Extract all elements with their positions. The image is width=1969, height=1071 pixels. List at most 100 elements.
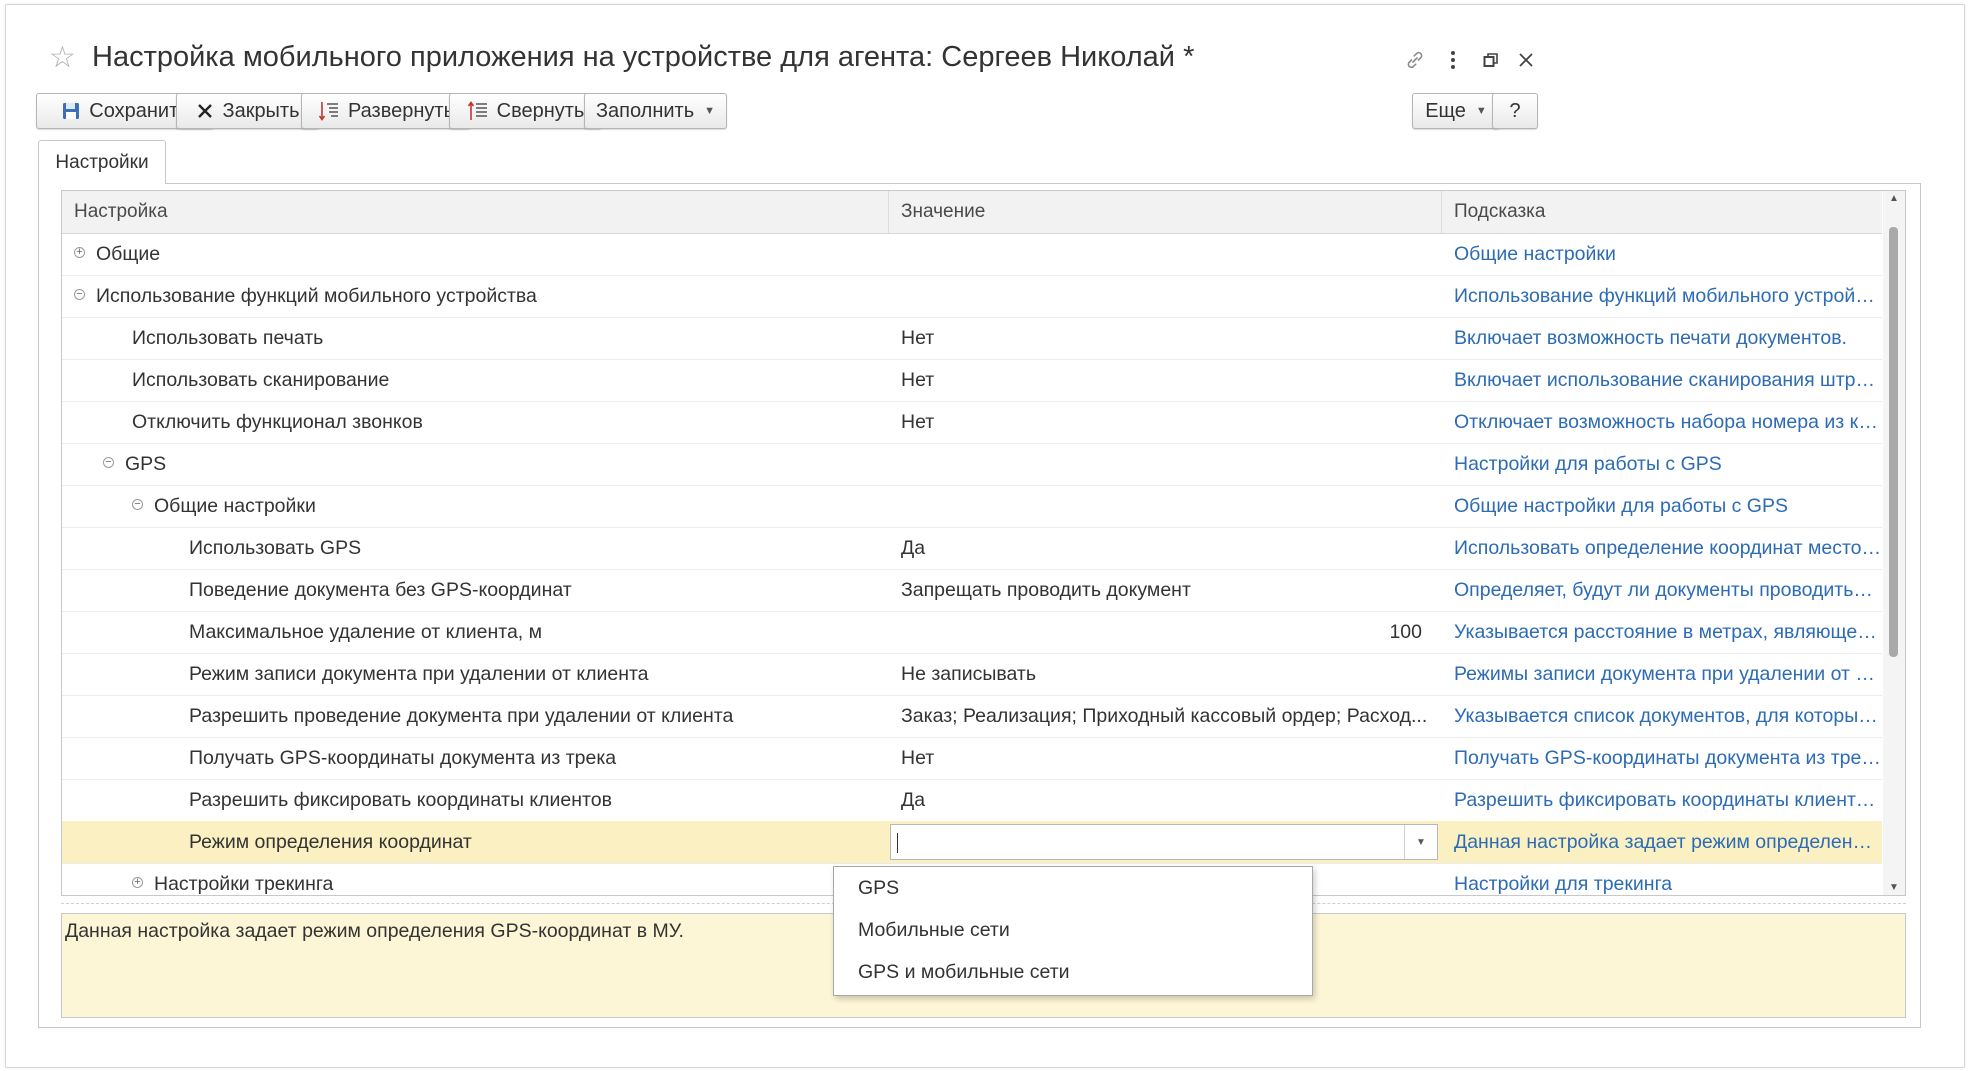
scroll-up-icon[interactable]: ▲ (1883, 193, 1905, 204)
setting-hint-link[interactable]: Настройки для трекинга (1442, 863, 1882, 895)
tab-settings[interactable]: Настройки (38, 140, 166, 184)
close-icon[interactable] (1511, 45, 1541, 75)
expand-plus-icon[interactable]: + (74, 247, 85, 258)
setting-value[interactable]: Нет (889, 401, 1434, 443)
table-row[interactable]: Отключить функционал звонков Нет Отключает… (62, 401, 1882, 444)
expand-button[interactable]: Развернуть (301, 93, 471, 129)
setting-name: Настройки трекинга (154, 873, 334, 895)
setting-value[interactable]: Заказ; Реализация; Приходный кассовый ор… (889, 695, 1434, 737)
setting-hint-link[interactable]: Указывается расстояние в метрах, являюще… (1442, 611, 1882, 653)
setting-hint-link[interactable]: Отключает возможность набора номера из к… (1442, 401, 1882, 443)
table-row[interactable]: − Общие настройки Общие настройки для рабо… (62, 485, 1882, 528)
coordinate-mode-input[interactable]: ▼ (890, 824, 1438, 860)
more-button[interactable]: Еще ▼ (1412, 93, 1500, 129)
scrollbar-thumb[interactable] (1889, 227, 1898, 657)
setting-name-cell[interactable]: Получать GPS-координаты документа из тре… (62, 737, 885, 779)
setting-name-cell[interactable]: Режим записи документа при удалении от к… (62, 653, 885, 695)
column-header-setting[interactable]: Настройка (62, 191, 889, 233)
setting-name-cell[interactable]: − Использование функций мобильного устрой… (62, 275, 885, 317)
setting-name-cell[interactable]: Поведение документа без GPS-координат (62, 569, 885, 611)
table-row[interactable]: Использовать GPS Да Использовать определен… (62, 527, 1882, 570)
setting-name-cell[interactable]: − Общие настройки (62, 485, 885, 527)
table-row[interactable]: Использовать сканирование Нет Включает исп… (62, 359, 1882, 402)
chevron-down-icon: ▼ (1475, 105, 1487, 117)
table-row[interactable]: Использовать печать Нет Включает возможнос… (62, 317, 1882, 360)
collapse-button[interactable]: Свернуть (449, 93, 602, 129)
restore-window-icon[interactable] (1476, 45, 1506, 75)
setting-name: Общие (96, 243, 161, 265)
dropdown-option-gps[interactable]: GPS (834, 867, 1312, 909)
setting-name-cell[interactable]: + Общие (62, 233, 885, 275)
column-header-value[interactable]: Значение (889, 191, 1442, 233)
setting-name-cell[interactable]: Разрешить проведение документа при удале… (62, 695, 885, 737)
table-row[interactable]: − Использование функций мобильного устрой… (62, 275, 1882, 318)
collapse-minus-icon[interactable]: − (103, 457, 114, 468)
star-icon[interactable]: ☆ (49, 43, 76, 73)
close-button[interactable]: Закрыть (176, 93, 320, 129)
setting-value[interactable] (889, 275, 1434, 317)
setting-hint-link[interactable]: Определяет, будут ли документы проводить… (1442, 569, 1882, 611)
setting-hint-link[interactable]: Указывается список документов, для котор… (1442, 695, 1882, 737)
setting-name: Использование функций мобильного устройс… (96, 285, 537, 307)
fill-button[interactable]: Заполнить ▼ (584, 93, 727, 129)
table-row[interactable]: Поведение документа без GPS-координат Зап… (62, 569, 1882, 612)
setting-name-cell[interactable]: Режим определения координат (62, 821, 885, 863)
collapse-minus-icon[interactable]: − (74, 289, 85, 300)
setting-value[interactable]: Запрещать проводить документ (889, 569, 1434, 611)
table-row[interactable]: Режим записи документа при удалении от к… (62, 653, 1882, 696)
chevron-down-icon[interactable]: ▼ (1404, 825, 1437, 859)
dropdown-option-gps-and-mobile[interactable]: GPS и мобильные сети (834, 951, 1312, 993)
setting-name-cell[interactable]: + Настройки трекинга (62, 863, 885, 895)
setting-hint-link[interactable]: Режимы записи документа при удалении от … (1442, 653, 1882, 695)
setting-name-cell[interactable]: Разрешить фиксировать координаты клиенто… (62, 779, 885, 821)
table-row[interactable]: Максимальное удаление от клиента, м 100 Ук… (62, 611, 1882, 654)
scroll-down-icon[interactable]: ▼ (1883, 882, 1905, 893)
setting-name: Режим определения координат (189, 831, 472, 853)
title-bar: ☆ Настройка мобильного приложения на уст… (6, 5, 1964, 87)
expand-plus-icon[interactable]: + (132, 877, 143, 888)
setting-value[interactable]: Да (889, 527, 1434, 569)
setting-value[interactable]: Нет (889, 359, 1434, 401)
table-row[interactable]: Разрешить фиксировать координаты клиенто… (62, 779, 1882, 822)
setting-hint-link[interactable]: Использовать определение координат место… (1442, 527, 1882, 569)
setting-value[interactable] (889, 233, 1434, 275)
table-row[interactable]: Получать GPS-координаты документа из тре… (62, 737, 1882, 780)
setting-hint-link[interactable]: Использование функций мобильного устройс… (1442, 275, 1882, 317)
setting-hint-link[interactable]: Включает возможность печати документов. (1442, 317, 1882, 359)
more-vertical-icon[interactable] (1438, 45, 1468, 75)
setting-hint-link[interactable]: Получать GPS-координаты документа из тре… (1442, 737, 1882, 779)
settings-grid: Настройка Значение Подсказка + Общие Общие… (61, 190, 1906, 896)
vertical-scrollbar[interactable]: ▲ ▼ (1883, 191, 1905, 895)
setting-value[interactable]: Не записывать (889, 653, 1434, 695)
collapse-minus-icon[interactable]: − (132, 499, 143, 510)
table-row[interactable]: Режим определения координат ▼ Данная настр… (62, 821, 1882, 864)
close-x-icon (198, 104, 213, 118)
setting-name-cell[interactable]: Использовать сканирование (62, 359, 885, 401)
help-button[interactable]: ? (1492, 93, 1538, 129)
setting-hint-link[interactable]: Общие настройки (1442, 233, 1882, 275)
setting-hint-link[interactable]: Общие настройки для работы с GPS (1442, 485, 1882, 527)
dropdown-option-mobile-networks[interactable]: Мобильные сети (834, 909, 1312, 951)
setting-value[interactable]: Да (889, 779, 1434, 821)
close-label: Закрыть (222, 99, 300, 122)
table-row[interactable]: Разрешить проведение документа при удале… (62, 695, 1882, 738)
setting-name-cell[interactable]: Использовать печать (62, 317, 885, 359)
setting-value[interactable]: Нет (889, 737, 1434, 779)
setting-value[interactable] (889, 443, 1434, 485)
setting-value[interactable] (889, 485, 1434, 527)
table-row[interactable]: + Общие Общие настройки (62, 233, 1882, 276)
table-row[interactable]: − GPS Настройки для работы с GPS (62, 443, 1882, 486)
setting-name-cell[interactable]: − GPS (62, 443, 885, 485)
setting-hint-link[interactable]: Данная настройка задает режим определени… (1442, 821, 1882, 863)
setting-hint-link[interactable]: Включает использование сканирования штри… (1442, 359, 1882, 401)
column-header-hint[interactable]: Подсказка (1442, 191, 1882, 233)
setting-name-cell[interactable]: Отключить функционал звонков (62, 401, 885, 443)
setting-name: Разрешить фиксировать координаты клиенто… (189, 789, 612, 811)
setting-value[interactable]: Нет (889, 317, 1434, 359)
setting-name-cell[interactable]: Использовать GPS (62, 527, 885, 569)
link-icon[interactable] (1400, 45, 1430, 75)
setting-hint-link[interactable]: Настройки для работы с GPS (1442, 443, 1882, 485)
setting-hint-link[interactable]: Разрешить фиксировать координаты клиенто… (1442, 779, 1882, 821)
setting-value[interactable]: 100 (889, 611, 1434, 653)
setting-name-cell[interactable]: Максимальное удаление от клиента, м (62, 611, 885, 653)
